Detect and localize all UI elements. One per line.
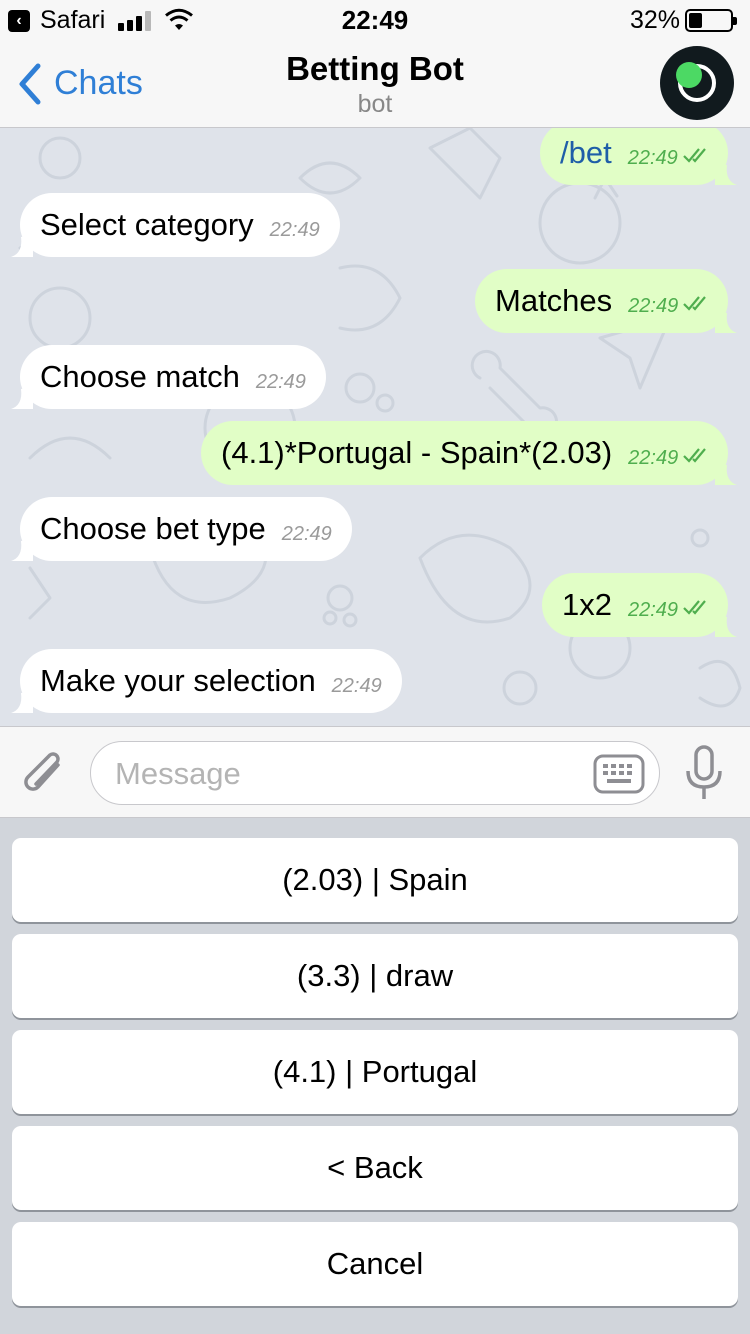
incoming-message[interactable]: Choose match 22:49 xyxy=(11,345,326,409)
bubble-tail xyxy=(715,163,737,185)
message-text: Select category xyxy=(40,207,254,242)
bubble-tail xyxy=(715,463,737,485)
message-text: Matches xyxy=(495,283,613,318)
read-checkmarks-icon xyxy=(683,600,706,615)
read-checkmarks-icon xyxy=(683,296,707,311)
compose-bar xyxy=(0,726,750,818)
incoming-message[interactable]: Select category 22:49 xyxy=(11,193,340,257)
chat-subtitle: bot xyxy=(357,90,393,118)
message-text: (4.1)*Portugal - Spain*(2.03) xyxy=(221,435,613,470)
microphone-icon[interactable] xyxy=(684,743,724,803)
keyboard-button[interactable]: (2.03) | Spain xyxy=(12,838,738,922)
bubble-tail xyxy=(11,235,33,257)
message-timestamp: 22:49 xyxy=(628,295,679,317)
outgoing-message[interactable]: /bet 22:49 xyxy=(540,128,737,185)
message-text: Choose bet type xyxy=(40,511,266,546)
message-timestamp: 22:49 xyxy=(627,599,679,621)
outgoing-message[interactable]: 1x2 22:49 xyxy=(542,573,737,637)
bubble-tail xyxy=(11,691,33,713)
message-list[interactable]: /bet 22:49 Select category 22:49 Matches 22:4… xyxy=(0,128,750,726)
keyboard-button[interactable]: (4.1) | Portugal xyxy=(12,1030,738,1114)
message-field xyxy=(90,741,660,805)
keyboard-button[interactable]: < Back xyxy=(12,1126,738,1210)
online-indicator xyxy=(676,62,702,88)
message-timestamp: 22:49 xyxy=(255,371,306,393)
outgoing-message[interactable]: Matches 22:49 xyxy=(475,269,737,333)
navigation-bar: Chats Betting Bot bot xyxy=(0,40,750,128)
keyboard-icon[interactable] xyxy=(593,754,645,794)
bubble-tail xyxy=(11,539,33,561)
incoming-message[interactable]: Choose bet type 22:49 xyxy=(11,497,352,561)
battery-icon xyxy=(685,9,737,32)
outgoing-message[interactable]: (4.1)*Portugal - Spain*(2.03) 22:49 xyxy=(201,421,737,485)
paperclip-icon[interactable] xyxy=(22,747,68,799)
keyboard-button[interactable]: Cancel xyxy=(12,1222,738,1306)
chat-title[interactable]: Betting Bot xyxy=(0,50,750,88)
status-bar: ‹ Safari 22:49 32% xyxy=(0,0,750,40)
message-timestamp: 22:49 xyxy=(627,147,678,169)
read-checkmarks-icon xyxy=(682,148,706,163)
message-text[interactable]: /bet xyxy=(560,135,612,171)
bubble-tail xyxy=(715,615,737,637)
message-timestamp: 22:49 xyxy=(628,447,679,469)
message-text: Choose match xyxy=(40,359,240,394)
keyboard-button[interactable]: (3.3) | draw xyxy=(12,934,738,1018)
bubble-tail xyxy=(11,387,33,409)
telegram-chat-screen: ‹ Safari 22:49 32% Chats Betting Bot bot xyxy=(0,0,750,1334)
message-text: Make your selection xyxy=(40,663,316,698)
bot-reply-keyboard: (2.03) | Spain (3.3) | draw (4.1) | Portug… xyxy=(0,818,750,1334)
message-input[interactable] xyxy=(115,752,575,796)
message-timestamp: 22:49 xyxy=(331,675,382,697)
bot-avatar[interactable] xyxy=(660,46,734,120)
battery-level-fill xyxy=(689,13,702,28)
battery-percentage: 32% xyxy=(629,6,680,34)
message-text: 1x2 xyxy=(562,587,612,622)
bubble-tail xyxy=(715,311,737,333)
incoming-message[interactable]: Make your selection 22:49 xyxy=(11,649,402,713)
message-timestamp: 22:49 xyxy=(281,523,332,545)
read-checkmarks-icon xyxy=(683,448,707,463)
message-timestamp: 22:49 xyxy=(269,219,320,241)
